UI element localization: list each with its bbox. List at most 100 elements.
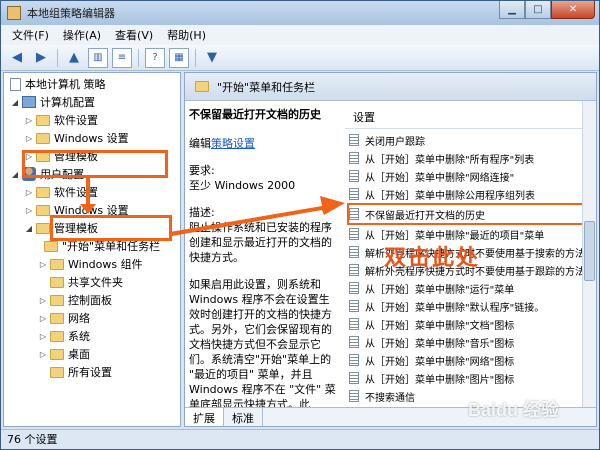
details-header: "开始"菜单和任务栏 [185,73,596,101]
list-item[interactable]: 从［开始］菜单中删除"所有程序"列表 [349,149,584,167]
expand-arrow-icon[interactable]: ◢ [10,98,20,107]
tree-item-computer-config[interactable]: ◢ 计算机配置 [10,93,95,111]
policy-icon [349,300,359,312]
policy-icon [349,188,359,200]
folder-icon [50,276,64,288]
app-icon [7,6,21,20]
list-item[interactable]: 从［开始］菜单中删除"网络连接" [349,167,584,185]
tree-item-system[interactable]: ▷ 系统 [38,327,90,345]
list-scrollbar[interactable] [582,101,596,407]
list-item[interactable]: 从［开始］菜单中删除"音乐"图标 [349,333,584,351]
menu-view[interactable]: 查看(V) [108,27,160,43]
folder-icon [50,348,64,360]
tree-item-all-settings[interactable]: 所有设置 [48,363,112,381]
show-tree-icon[interactable]: ▥ [88,47,108,68]
column-header-setting[interactable]: 设置 [345,109,582,129]
list-item[interactable]: 从［开始］菜单中删除"图片"图标 [349,369,584,387]
tree-item-label: 桌面 [68,348,90,361]
toolbar: ◀ ▶ ▲ ▥ ≡ ? ▦ ▼ [1,45,599,71]
collapsed-arrow-icon[interactable]: ▷ [24,134,34,143]
list-item[interactable]: 从［开始］菜单中删除"默认程序"链接。 [349,297,584,315]
tree-item-user-software-settings[interactable]: ▷ 软件设置 [24,183,98,201]
policy-icon [349,246,359,258]
menu-file[interactable]: 文件(F) [5,27,56,43]
expand-arrow-icon[interactable]: ◢ [10,170,20,179]
tree-item-label: 软件设置 [54,186,98,199]
folder-icon [44,240,58,252]
back-arrow-icon[interactable]: ◀ [7,48,27,68]
folder-icon [50,330,64,342]
edit-policy-link[interactable]: 策略设置 [211,137,255,150]
help-icon[interactable]: ? [145,47,165,68]
folder-icon [50,312,64,324]
toolbar-separator [57,48,58,67]
list-item-label: 不搜索通信 [365,392,415,404]
policy-icon [349,372,359,384]
tree-item-label: 软件设置 [54,114,98,127]
tree-item-root[interactable]: 本地计算机 策略 [8,75,106,93]
list-item[interactable]: 关闭用户跟踪 [349,131,584,149]
policy-icon [349,228,359,240]
double-click-annotation: 双击此处 [384,245,481,271]
collapsed-arrow-icon[interactable]: ▷ [24,116,34,125]
tree-item-windows-settings[interactable]: ▷ Windows 设置 [24,129,129,147]
folder-icon [36,132,50,144]
minimize-button[interactable]: ▁ [499,1,525,19]
window-controls: ▁ □ ✕ [499,1,595,19]
window-title: 本地组策略编辑器 [27,7,115,20]
highlight-start-menu-folder [50,215,172,241]
maximize-button[interactable]: □ [525,1,551,19]
collapsed-arrow-icon[interactable]: ▷ [38,314,48,323]
forward-arrow-icon[interactable]: ▶ [31,48,51,68]
tab-extended[interactable]: 扩展 [185,408,224,426]
description-text: 阻止操作系统和已安装的程序创建和显示最近打开的文档的快捷方式。 [189,221,332,264]
toolbar-separator [138,48,139,67]
folder-icon [36,114,50,126]
tab-standard[interactable]: 标准 [224,408,263,426]
list-item-label: 从［开始］菜单中删除"文档"图标 [365,320,515,332]
collapsed-arrow-icon[interactable]: ▷ [38,332,48,341]
policy-icon [349,336,359,348]
up-folder-icon[interactable]: ▲ [64,48,84,68]
status-bar: 76 个设置 [1,429,599,449]
menu-help[interactable]: 帮助(H) [160,27,213,43]
computer-icon [22,96,36,108]
list-item-selected[interactable]: 不保留最近打开文档的历史 [347,203,586,225]
tree-item-network[interactable]: ▷ 网络 [38,309,90,327]
list-view-icon[interactable]: ≡ [112,47,132,68]
filter-icon[interactable]: ▼ [202,48,222,68]
baidu-watermark: Baidu 经验 [468,400,560,420]
list-item-label: 从［开始］菜单中删除"所有程序"列表 [365,154,535,166]
list-item-label: 不保留最近打开文档的历史 [365,210,485,222]
policy-icon [349,134,359,146]
collapsed-arrow-icon[interactable]: ▷ [38,296,48,305]
list-item-label: 从［开始］菜单中删除"图片"图标 [365,374,515,386]
scrollbar-thumb[interactable] [584,221,595,281]
list-item[interactable]: 从［开始］菜单中删除"运行"菜单 [349,279,584,297]
menu-action[interactable]: 操作(A) [56,27,108,43]
properties-icon[interactable]: ▦ [169,47,189,68]
list-item[interactable]: 从［开始］菜单中删除"文档"图标 [349,315,584,333]
list-item[interactable]: 从［开始］菜单中删除公用程序组列表 [349,185,584,203]
tree-item-shared-folders[interactable]: 共享文件夹 [48,273,123,291]
requirements-value: 至少 Windows 2000 [189,179,296,192]
tree-item-control-panel[interactable]: ▷ 控制面板 [38,291,112,309]
tree-item-software-settings[interactable]: ▷ 软件设置 [24,111,98,129]
collapsed-arrow-icon[interactable]: ▷ [38,260,48,269]
list-item-label: 关闭用户跟踪 [365,136,425,148]
tree-item-desktop[interactable]: ▷ 桌面 [38,345,90,363]
collapsed-arrow-icon[interactable]: ▷ [24,206,34,215]
list-item[interactable]: 从［开始］菜单中删除"网络"图标 [349,351,584,369]
details-header-title: "开始"菜单和任务栏 [217,80,316,94]
collapsed-arrow-icon[interactable]: ▷ [24,188,34,197]
description-label: 描述: [189,206,215,219]
policy-description: 不保留最近打开文档的历史 编辑策略设置 要求: 至少 Windows 2000 … [189,107,339,426]
tree-item-label: 系统 [68,330,90,343]
list-item-label: 从［开始］菜单中删除"网络"图标 [365,356,515,368]
tree-item-windows-components[interactable]: ▷ Windows 组件 [38,255,143,273]
folder-icon [50,258,64,270]
close-button[interactable]: ✕ [551,1,595,19]
expand-arrow-icon[interactable]: ◢ [24,224,34,233]
collapsed-arrow-icon[interactable]: ▷ [38,350,48,359]
list-item-label: 从［开始］菜单中删除"网络连接" [365,172,515,184]
